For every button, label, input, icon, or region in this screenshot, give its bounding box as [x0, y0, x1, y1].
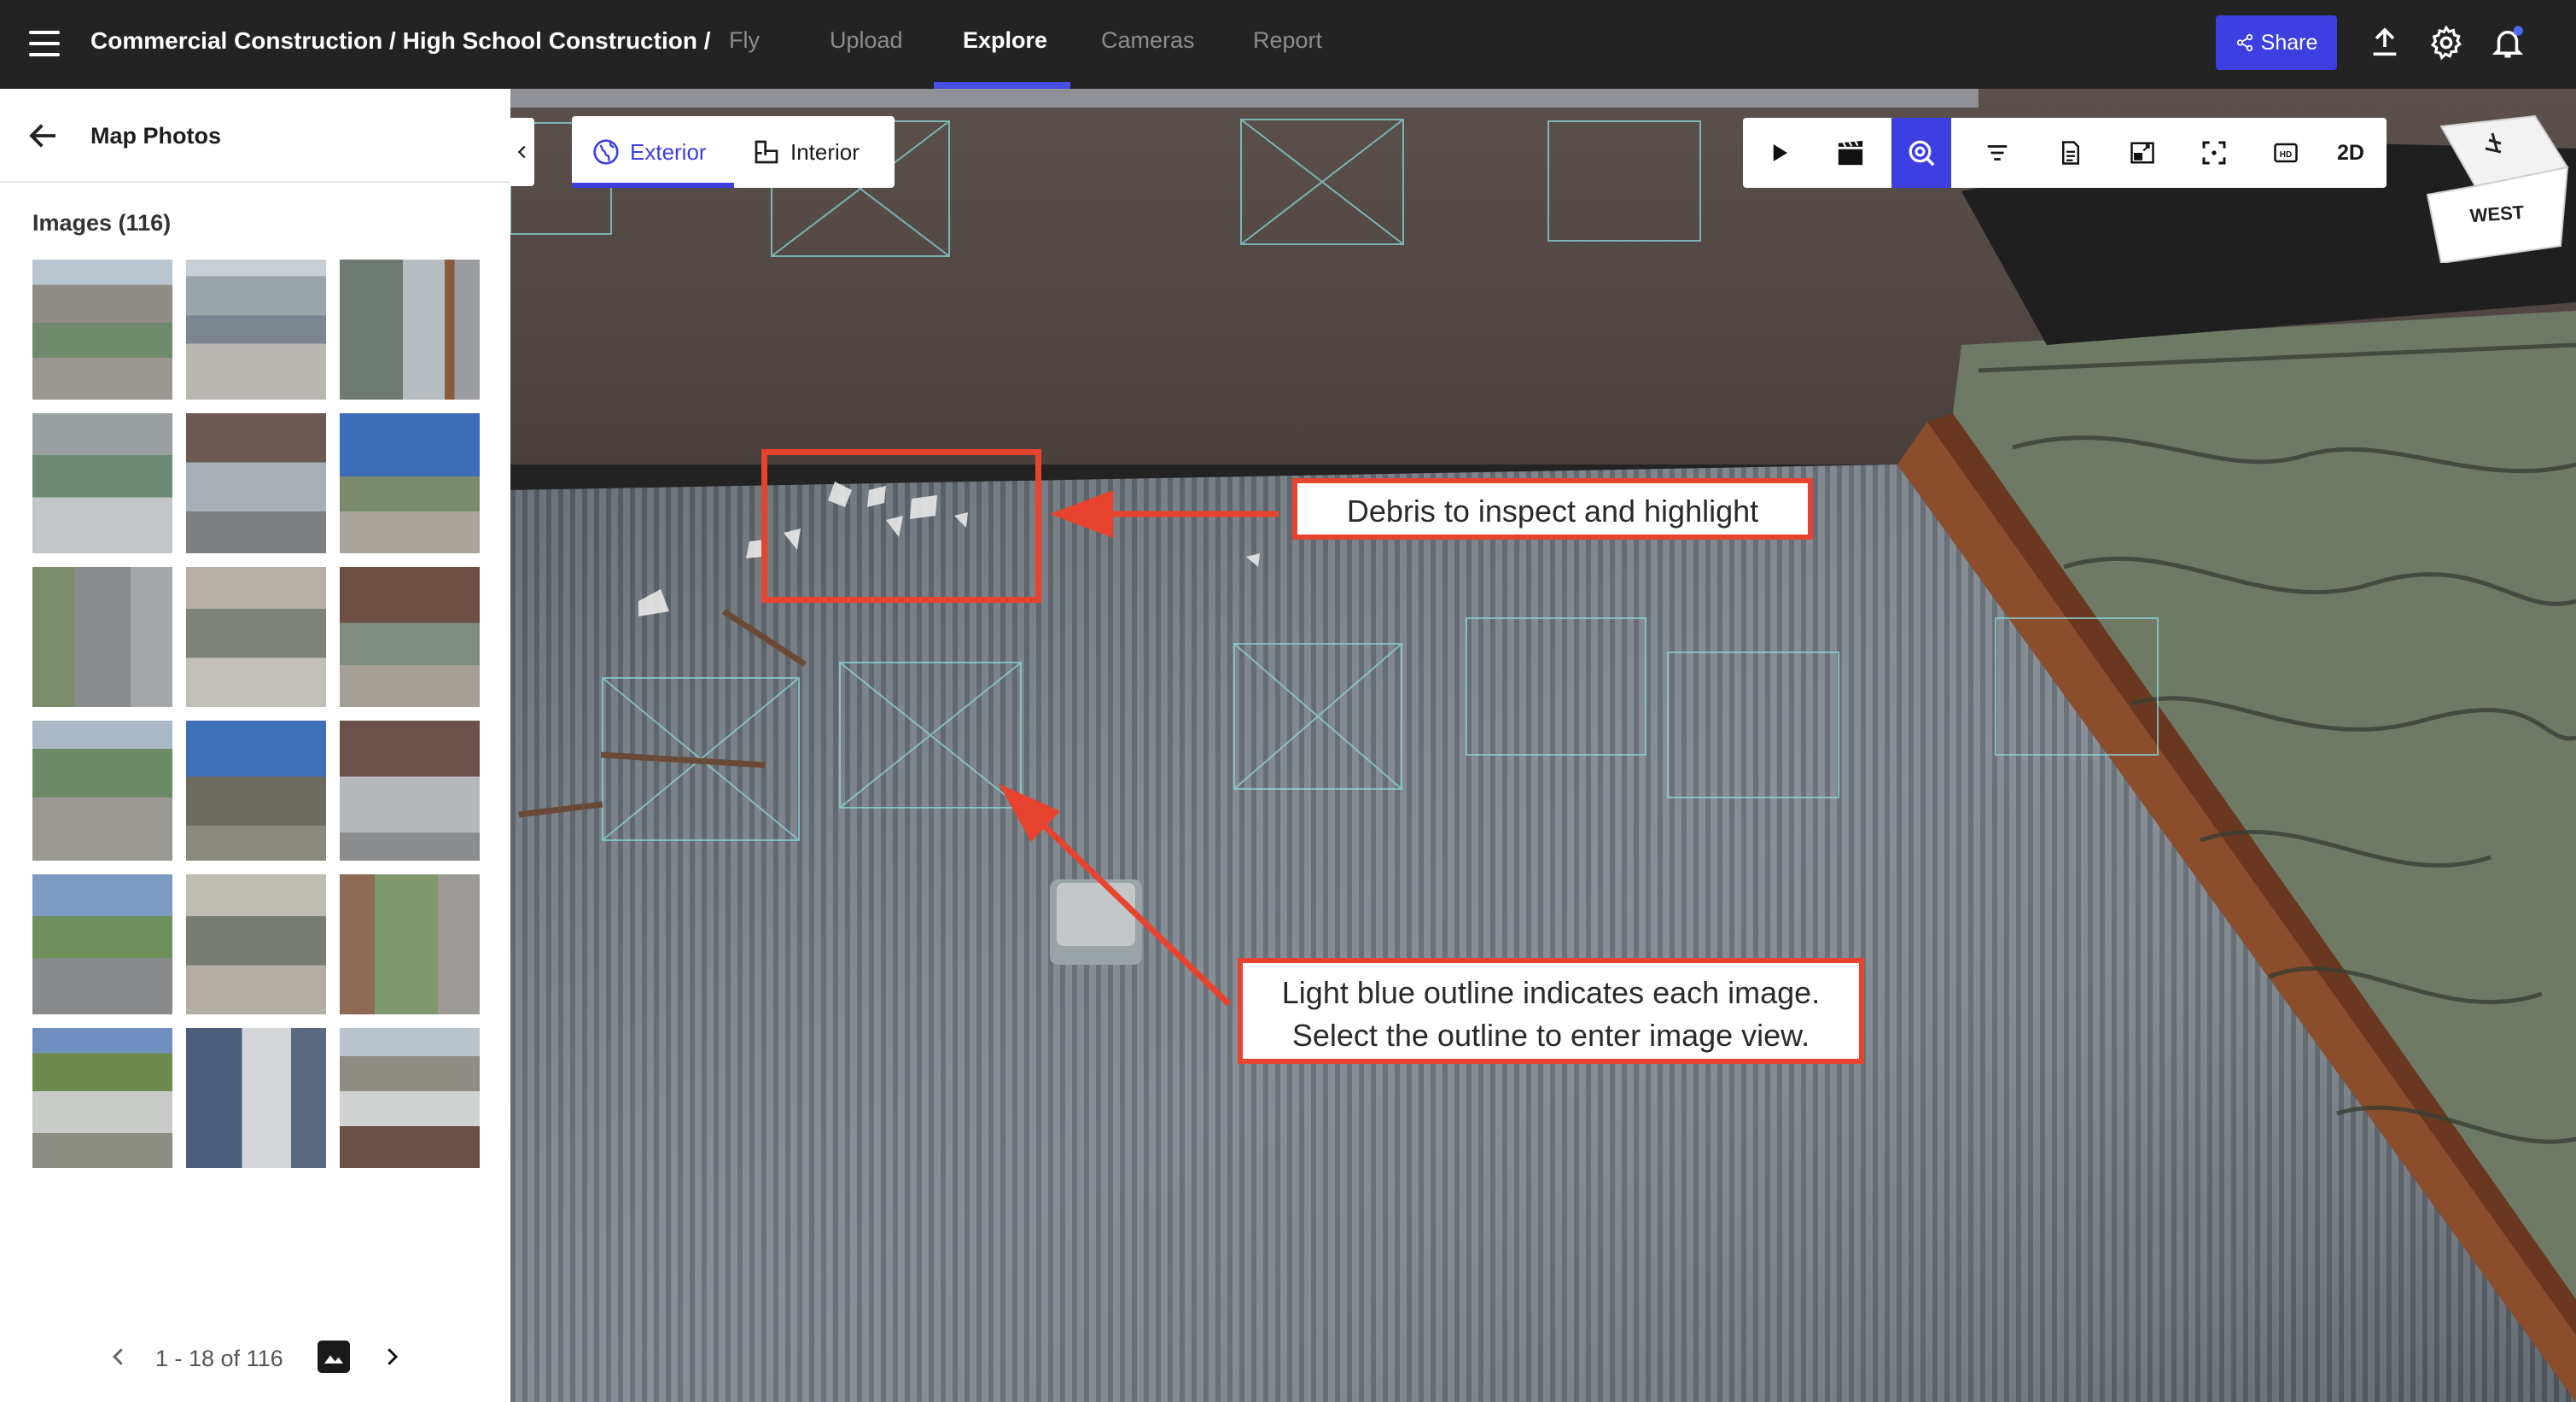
tab-fly[interactable]: Fly: [729, 27, 760, 54]
breadcrumb[interactable]: Commercial Construction / High School Co…: [90, 27, 710, 55]
tab-cameras[interactable]: Cameras: [1101, 27, 1195, 54]
upload-icon[interactable]: [2364, 22, 2405, 63]
debris-callout: Debris to inspect and highlight: [1292, 478, 1813, 540]
fullscreen-icon: [2202, 141, 2226, 165]
chevron-right-icon[interactable]: [379, 1342, 405, 1371]
zoom-search-button[interactable]: [1891, 118, 1951, 188]
chevron-left-icon[interactable]: [106, 1342, 131, 1371]
view-cube[interactable]: WEST: [2424, 109, 2569, 265]
top-bar: Commercial Construction / High School Co…: [0, 0, 2576, 89]
clapper-button[interactable]: [1815, 118, 1886, 188]
photo-thumbnail[interactable]: [186, 567, 326, 707]
photo-thumbnail[interactable]: [186, 721, 326, 861]
photo-thumbnail[interactable]: [340, 1028, 480, 1168]
document-icon: [2062, 141, 2079, 165]
floorplan-icon: [755, 140, 778, 164]
document-button[interactable]: [2035, 118, 2107, 188]
filter-button[interactable]: [1961, 118, 2033, 188]
photo-thumbnail[interactable]: [340, 413, 480, 553]
debris-callout-text: Debris to inspect and highlight: [1346, 494, 1759, 529]
zoom-search-icon: [1909, 140, 1935, 166]
share-button[interactable]: Share: [2216, 15, 2337, 70]
sidebar-title: Map Photos: [90, 123, 221, 149]
play-button[interactable]: [1743, 118, 1815, 188]
photo-thumbnail[interactable]: [186, 260, 326, 400]
photo-thumbnail[interactable]: [186, 874, 326, 1014]
fullscreen-button[interactable]: [2178, 118, 2250, 188]
pagination-range: 1 - 18 of 116: [155, 1346, 283, 1371]
minimap-icon: [2130, 142, 2154, 164]
photo-thumbnail[interactable]: [32, 413, 172, 553]
photo-thumbnail[interactable]: [340, 721, 480, 861]
globe-icon: [593, 139, 619, 165]
2d-toggle-button[interactable]: 2D: [2315, 118, 2387, 188]
3d-viewport[interactable]: Debris to inspect and highlight Light bl…: [510, 89, 2576, 1402]
hd-icon: HD: [2274, 143, 2298, 163]
back-arrow-icon[interactable]: [26, 118, 61, 154]
minimap-button[interactable]: [2107, 118, 2178, 188]
tab-report[interactable]: Report: [1253, 27, 1322, 54]
map-photos-sidebar: Map Photos Images (116) 1 - 18 of 116: [0, 89, 510, 1402]
svg-text:HD: HD: [2280, 150, 2292, 160]
chevron-left-icon: [517, 145, 526, 159]
photo-thumbnail[interactable]: [186, 413, 326, 553]
photo-thumbnail[interactable]: [32, 1028, 172, 1168]
exterior-interior-toggle: Exterior Interior: [572, 116, 895, 188]
photo-thumbnail[interactable]: [32, 721, 172, 861]
annotation-arrows: [999, 490, 1279, 1007]
image-count: Images (116): [32, 210, 172, 236]
share-label: Share: [2260, 30, 2318, 55]
active-tab-indicator: [934, 82, 1070, 89]
photo-thumbnail[interactable]: [186, 1028, 326, 1168]
exterior-selected-indicator: [572, 183, 734, 188]
photo-thumbnail[interactable]: [340, 260, 480, 400]
hd-button[interactable]: HD: [2250, 118, 2322, 188]
photo-thumbnail[interactable]: [340, 567, 480, 707]
interior-label: Interior: [790, 138, 860, 165]
photo-thumbnail[interactable]: [340, 874, 480, 1014]
tab-explore[interactable]: Explore: [963, 27, 1047, 54]
tab-upload[interactable]: Upload: [830, 27, 903, 54]
notifications-bell-icon[interactable]: [2487, 22, 2528, 63]
photo-thumbnail[interactable]: [32, 874, 172, 1014]
outline-callout: Light blue outline indicates each image.…: [1238, 958, 1864, 1064]
settings-gear-icon[interactable]: [2426, 22, 2467, 63]
photo-thumbnail[interactable]: [32, 260, 172, 400]
exterior-label: Exterior: [630, 138, 707, 165]
viewer-toolbar: HD 2D: [1743, 118, 2387, 188]
image-mode-icon[interactable]: [318, 1341, 350, 1373]
outline-callout-line2: Select the outline to enter image view.: [1291, 1017, 1810, 1053]
compass-label: WEST: [2469, 202, 2526, 226]
sidebar-header: Map Photos: [0, 89, 510, 183]
play-icon: [1773, 144, 1787, 161]
collapse-sidebar-button[interactable]: [510, 118, 534, 186]
interior-toggle[interactable]: Interior: [753, 116, 860, 188]
exterior-toggle[interactable]: Exterior: [592, 116, 707, 188]
outline-callout-line1: Light blue outline indicates each image.: [1281, 975, 1821, 1010]
clapper-icon: [1838, 140, 1863, 166]
filter-icon: [1987, 145, 2008, 161]
pagination: 1 - 18 of 116: [0, 1335, 510, 1378]
share-icon: [2236, 33, 2253, 52]
photo-thumbnail[interactable]: [32, 567, 172, 707]
menu-icon[interactable]: [29, 29, 60, 58]
photo-grid: [32, 260, 480, 1168]
